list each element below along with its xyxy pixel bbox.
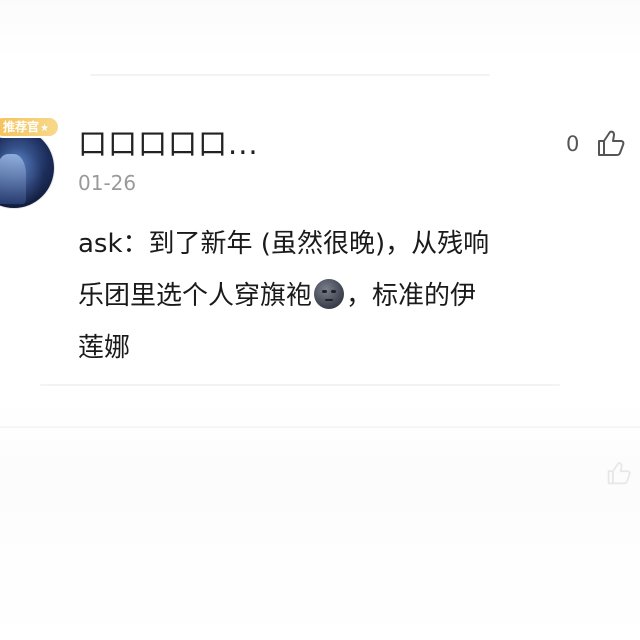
content-line: 莲娜 [78,333,131,363]
thumbs-up-icon [607,462,631,485]
top-fade-area [0,0,640,60]
content-text: ，标准的伊 [346,281,477,311]
new-moon-face-icon [314,279,345,309]
avatar[interactable] [0,128,54,208]
comment-username[interactable]: 口口口口口... [78,124,259,164]
recommender-badge: 推荐官★ [0,116,60,138]
next-comment-area [0,400,640,640]
faint-divider [90,74,490,76]
star-icon: ★ [40,123,49,134]
comment-item[interactable]: 推荐官★ 口口口口口... 01-26 0 ask：到了新年 (虽然很晚)，从残… [0,110,640,370]
faint-divider [0,426,640,428]
comment-date: 01-26 [78,171,137,195]
comment-content: ask：到了新年 (虽然很晚)，从残响 乐团里选个人穿旗袍 ，标准的伊 莲娜 [78,218,618,374]
content-line: 乐团里选个人穿旗袍 ，标准的伊 [78,270,618,322]
like-count: 0 [566,132,580,156]
badge-label: 推荐官 [3,120,40,134]
thumbs-up-icon[interactable] [596,128,626,158]
faint-divider [40,384,560,386]
avatar-figure [0,154,26,204]
content-line: ask：到了新年 (虽然很晚)，从残响 [78,229,490,259]
content-text: 乐团里选个人穿旗袍 [78,281,313,311]
